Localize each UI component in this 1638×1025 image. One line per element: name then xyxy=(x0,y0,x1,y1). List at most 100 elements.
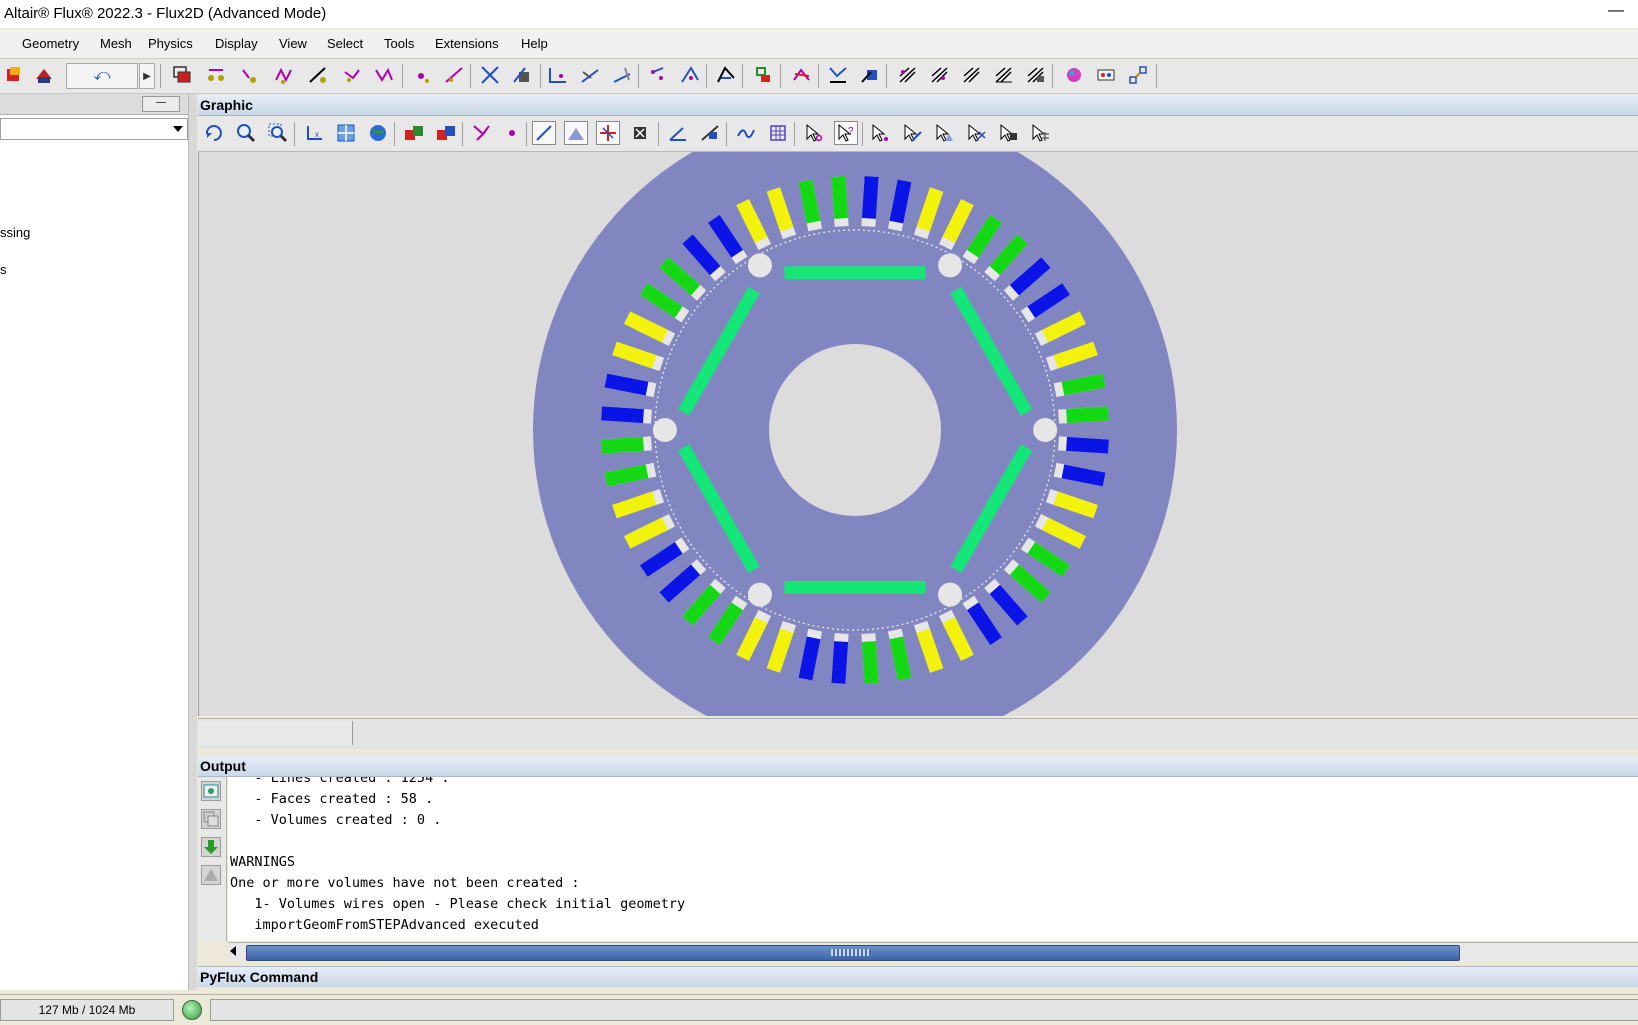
zoom-icon[interactable] xyxy=(234,121,258,145)
delete-geometry-icon[interactable] xyxy=(790,63,814,87)
measure-angle-icon[interactable] xyxy=(666,121,690,145)
mesh-face-icon[interactable] xyxy=(960,63,984,87)
undo-button[interactable]: ⤺ xyxy=(66,63,138,89)
network-icon[interactable] xyxy=(1126,63,1150,87)
scroll-up-icon[interactable] xyxy=(201,865,221,885)
motor-geometry[interactable] xyxy=(199,152,1638,716)
output-console[interactable]: - Lines created : 1254 . - Faces created… xyxy=(228,777,1638,941)
zoom-region-icon[interactable] xyxy=(266,121,290,145)
display-coordinates-icon[interactable] xyxy=(628,121,652,145)
select-face-icon[interactable] xyxy=(932,121,956,145)
select-region-icon[interactable] xyxy=(996,121,1020,145)
select-table-icon[interactable] xyxy=(1028,121,1052,145)
menu-help[interactable]: Help xyxy=(521,36,548,51)
display-regions-icon[interactable] xyxy=(402,121,426,145)
menu-mesh[interactable]: Mesh xyxy=(100,36,132,51)
display-lines-icon[interactable] xyxy=(532,121,556,145)
face-line-icon[interactable] xyxy=(678,63,702,87)
coil-green[interactable] xyxy=(831,176,849,219)
transform-icon[interactable] xyxy=(752,63,776,87)
mesh-faces-icon[interactable] xyxy=(1024,63,1048,87)
arc-create-icon[interactable] xyxy=(578,63,602,87)
undo-history-arrow[interactable]: ▶ xyxy=(139,63,155,89)
coil-green[interactable] xyxy=(861,641,879,684)
line-point-icon[interactable] xyxy=(442,63,466,87)
menu-display[interactable]: Display xyxy=(215,36,258,51)
display-nodes-icon[interactable] xyxy=(596,121,620,145)
check-geometry-icon[interactable] xyxy=(826,63,850,87)
minimize-button[interactable]: — xyxy=(1608,2,1624,20)
select-icon[interactable] xyxy=(802,121,826,145)
display-mesh-icon[interactable] xyxy=(564,121,588,145)
select-point-icon[interactable] xyxy=(868,121,892,145)
scrollbar-thumb[interactable] xyxy=(246,945,1460,961)
line-box-icon[interactable] xyxy=(510,63,534,87)
permanent-magnet[interactable] xyxy=(784,580,926,594)
rotor-bridge[interactable] xyxy=(747,582,772,607)
point-move-icon[interactable] xyxy=(340,63,364,87)
mesh-line-icon[interactable] xyxy=(928,63,952,87)
shaft-bore[interactable] xyxy=(769,344,941,516)
scroll-left-icon[interactable] xyxy=(230,946,236,956)
rotor-bridge[interactable] xyxy=(747,253,772,278)
mesh-generator-icon[interactable] xyxy=(992,63,1016,87)
physics-material-icon[interactable] xyxy=(1062,63,1086,87)
menu-select[interactable]: Select xyxy=(327,36,363,51)
pyflux-command-header[interactable]: PyFlux Command xyxy=(198,966,1638,987)
measure-distance-icon[interactable] xyxy=(698,121,722,145)
import-icon[interactable] xyxy=(2,63,26,87)
coil-blue[interactable] xyxy=(1066,436,1109,454)
point-grid-icon[interactable] xyxy=(272,63,296,87)
point-tool-icon[interactable] xyxy=(204,63,228,87)
menu-tools[interactable]: Tools xyxy=(384,36,414,51)
graphic-viewport[interactable] xyxy=(198,152,1638,716)
face-build-icon[interactable] xyxy=(714,63,738,87)
menu-view[interactable]: View xyxy=(279,36,307,51)
output-horizontal-scrollbar[interactable] xyxy=(228,942,1638,961)
select-line-icon[interactable] xyxy=(900,121,924,145)
line-intersect-icon[interactable] xyxy=(478,63,502,87)
rotate-view-icon[interactable] xyxy=(202,121,226,145)
point-dot-icon[interactable] xyxy=(500,121,524,145)
curve-icon[interactable] xyxy=(734,121,758,145)
coil-blue[interactable] xyxy=(601,406,644,424)
layers-icon[interactable] xyxy=(170,63,194,87)
export-icon[interactable] xyxy=(32,63,56,87)
tree-item[interactable]: ssing xyxy=(0,225,30,240)
permanent-magnet[interactable] xyxy=(784,266,926,280)
coil-green[interactable] xyxy=(601,436,644,454)
menu-physics[interactable]: Physics xyxy=(148,36,193,51)
clear-output-icon[interactable] xyxy=(201,781,221,801)
display-points-icon[interactable] xyxy=(470,121,494,145)
rotor-bridge[interactable] xyxy=(652,418,677,442)
select-query-icon[interactable]: ? xyxy=(834,121,858,145)
rotor-bridge[interactable] xyxy=(1033,418,1058,442)
grid-view-icon[interactable] xyxy=(334,121,358,145)
point-copy-icon[interactable] xyxy=(372,63,396,87)
mesh-point-icon[interactable] xyxy=(896,63,920,87)
rotor-bridge[interactable] xyxy=(938,253,963,278)
tree-item[interactable]: s xyxy=(0,262,7,277)
globe-icon[interactable] xyxy=(366,121,390,145)
face-point-icon[interactable] xyxy=(646,63,670,87)
point-edit-icon[interactable] xyxy=(306,63,330,87)
coil-blue[interactable] xyxy=(831,641,849,684)
menu-geometry[interactable]: Geometry xyxy=(22,36,79,51)
axis-view-icon[interactable]: x xyxy=(302,121,326,145)
point-icon[interactable] xyxy=(410,63,434,87)
table-grid-icon[interactable] xyxy=(766,121,790,145)
select-mesh-icon[interactable] xyxy=(964,121,988,145)
coil-blue[interactable] xyxy=(861,176,879,219)
display-faces-icon[interactable] xyxy=(434,121,458,145)
point-param-icon[interactable] xyxy=(238,63,262,87)
physics-circuit-icon[interactable] xyxy=(1094,63,1118,87)
coil-green[interactable] xyxy=(1066,406,1109,424)
build-faces-icon[interactable] xyxy=(858,63,882,87)
rotor-bridge[interactable] xyxy=(938,582,963,607)
panel-splitter[interactable] xyxy=(188,94,197,990)
line-split-icon[interactable] xyxy=(610,63,634,87)
copy-output-icon[interactable] xyxy=(201,809,221,829)
scroll-down-icon[interactable] xyxy=(201,837,221,857)
tree-view-selector[interactable] xyxy=(0,118,188,140)
panel-collapse-button[interactable]: — xyxy=(142,96,180,112)
